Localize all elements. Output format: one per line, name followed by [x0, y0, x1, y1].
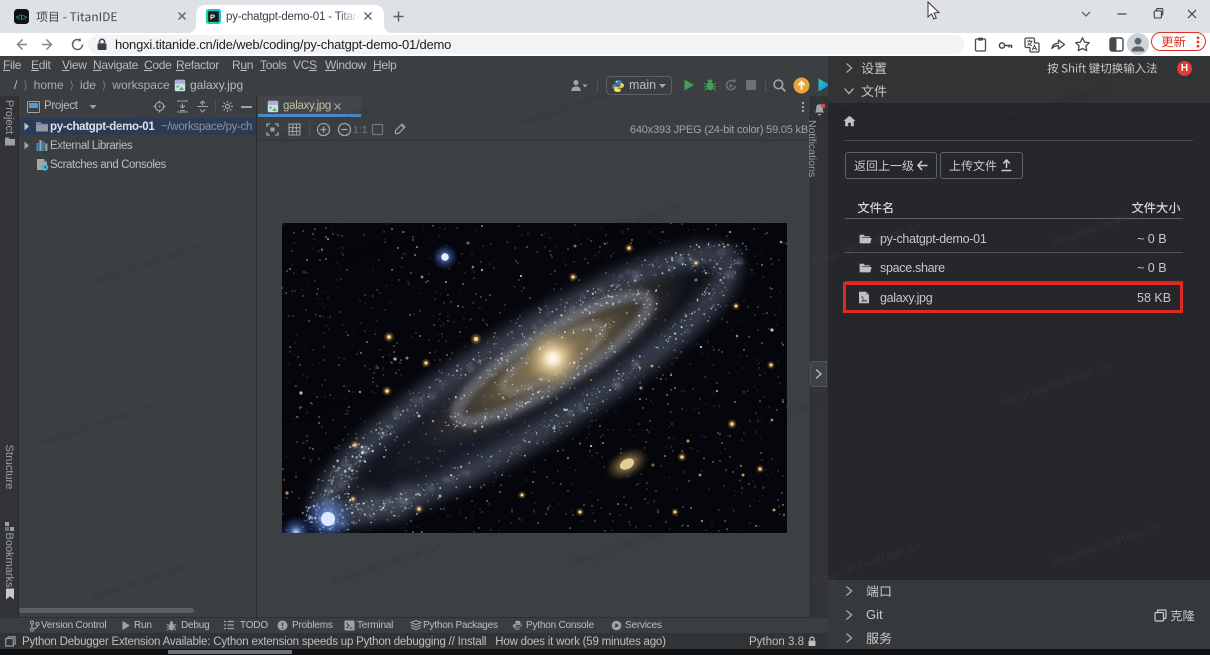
svg-text:<t>: <t>: [16, 13, 28, 22]
svg-text:P: P: [210, 13, 215, 22]
